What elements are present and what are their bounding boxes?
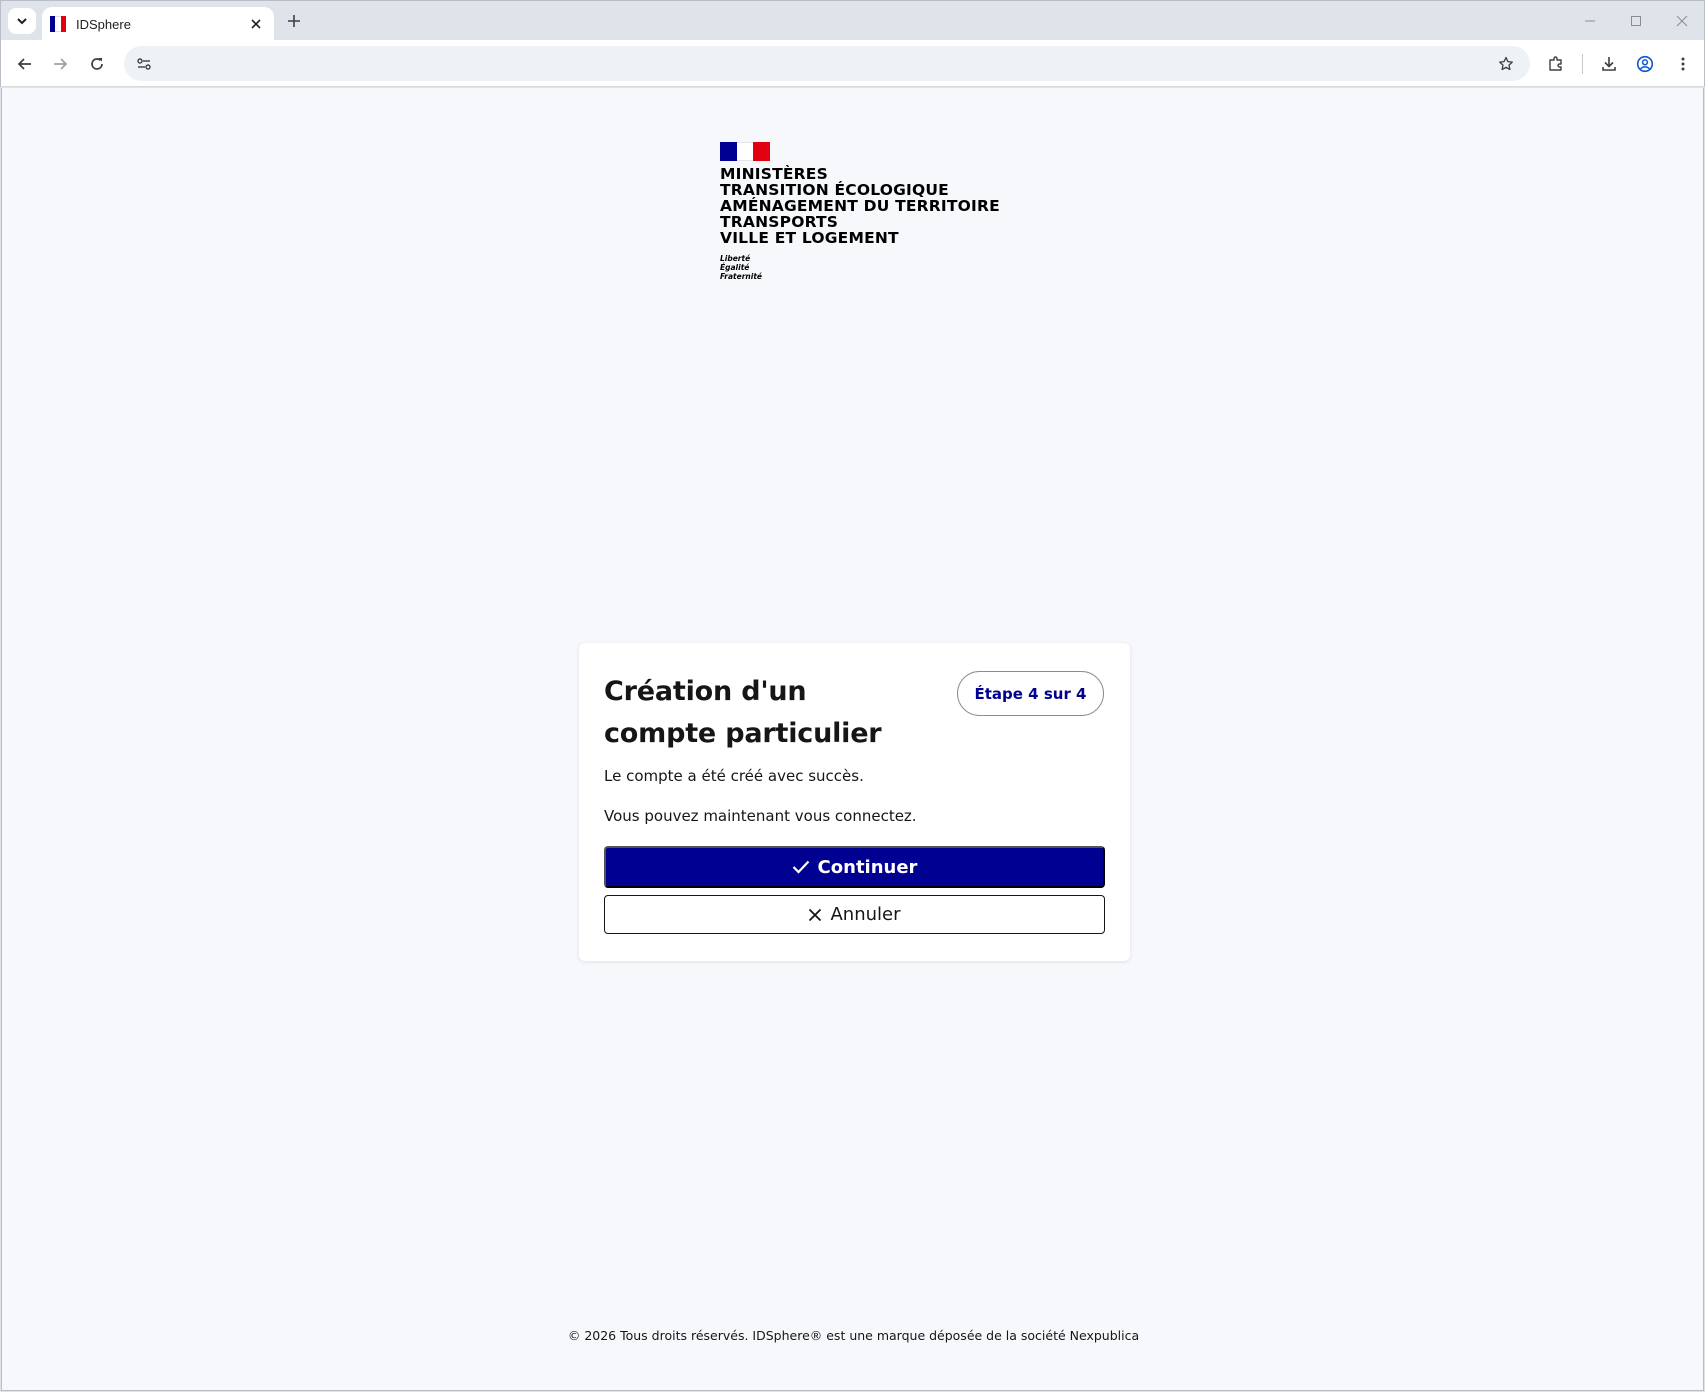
- account-creation-card: Création d'un compte particulier Étape 4…: [579, 643, 1130, 961]
- footer-copyright: © 2026 Tous droits réservés. IDSphere® e…: [567, 1328, 1140, 1343]
- address-input[interactable]: [168, 46, 1468, 81]
- ministry-name: MINISTÈRES TRANSITION ÉCOLOGIQUE AMÉNAGE…: [720, 166, 1010, 246]
- login-invitation-message: Vous pouvez maintenant vous connectez.: [604, 807, 917, 825]
- extensions-puzzle-icon[interactable]: [1542, 50, 1570, 78]
- continue-button[interactable]: Continuer: [604, 846, 1105, 888]
- continue-button-label: Continuer: [817, 856, 918, 878]
- tab-title: IDSphere: [76, 16, 131, 32]
- motto-line: Fraternité: [720, 272, 763, 281]
- forward-arrow-icon[interactable]: [46, 50, 74, 78]
- close-tab-icon[interactable]: [244, 12, 268, 36]
- close-window-icon[interactable]: [1659, 1, 1705, 41]
- browser-menu-icon[interactable]: [1669, 50, 1697, 78]
- chevron-down-icon: [17, 18, 27, 25]
- ministry-line: TRANSITION ÉCOLOGIQUE: [720, 181, 949, 199]
- back-arrow-icon[interactable]: [11, 50, 39, 78]
- republic-motto: Liberté Égalité Fraternité: [720, 254, 1010, 281]
- maximize-icon[interactable]: [1613, 1, 1659, 41]
- ministry-line: TRANSPORTS: [720, 213, 839, 231]
- page-title: Création d'un compte particulier: [604, 676, 882, 749]
- reload-icon[interactable]: [83, 50, 111, 78]
- browser-tabstrip: IDSphere: [0, 0, 1705, 41]
- new-tab-plus-icon[interactable]: [281, 9, 307, 33]
- tab-search-button[interactable]: [8, 8, 36, 34]
- motto-line: Liberté: [720, 254, 751, 263]
- ministry-line: AMÉNAGEMENT DU TERRITOIRE: [720, 197, 1000, 215]
- site-settings-icon[interactable]: [130, 50, 158, 77]
- ministry-line: VILLE ET LOGEMENT: [720, 229, 899, 247]
- ministry-logo: MINISTÈRES TRANSITION ÉCOLOGIQUE AMÉNAGE…: [720, 142, 1010, 281]
- cancel-button[interactable]: Annuler: [604, 895, 1105, 934]
- toolbar-separator: [1582, 54, 1583, 74]
- motto-line: Égalité: [720, 263, 750, 272]
- cancel-button-label: Annuler: [830, 904, 901, 925]
- step-badge: Étape 4 sur 4: [957, 671, 1104, 716]
- ministry-line: MINISTÈRES: [720, 165, 828, 183]
- browser-toolbar: [0, 40, 1705, 87]
- bookmark-star-icon[interactable]: [1492, 50, 1520, 77]
- checkmark-icon: [792, 860, 809, 874]
- minimize-icon[interactable]: [1567, 1, 1613, 41]
- download-icon[interactable]: [1595, 50, 1623, 78]
- success-message: Le compte a été créé avec succès.: [604, 767, 864, 785]
- profile-avatar-icon[interactable]: [1631, 50, 1659, 78]
- address-bar[interactable]: [124, 46, 1530, 81]
- page-viewport: MINISTÈRES TRANSITION ÉCOLOGIQUE AMÉNAGE…: [1, 88, 1704, 1391]
- close-icon: [809, 908, 822, 921]
- browser-tab-active[interactable]: IDSphere: [42, 7, 274, 41]
- marianne-favicon-icon: [50, 16, 66, 32]
- marianne-flag-icon: [720, 142, 771, 161]
